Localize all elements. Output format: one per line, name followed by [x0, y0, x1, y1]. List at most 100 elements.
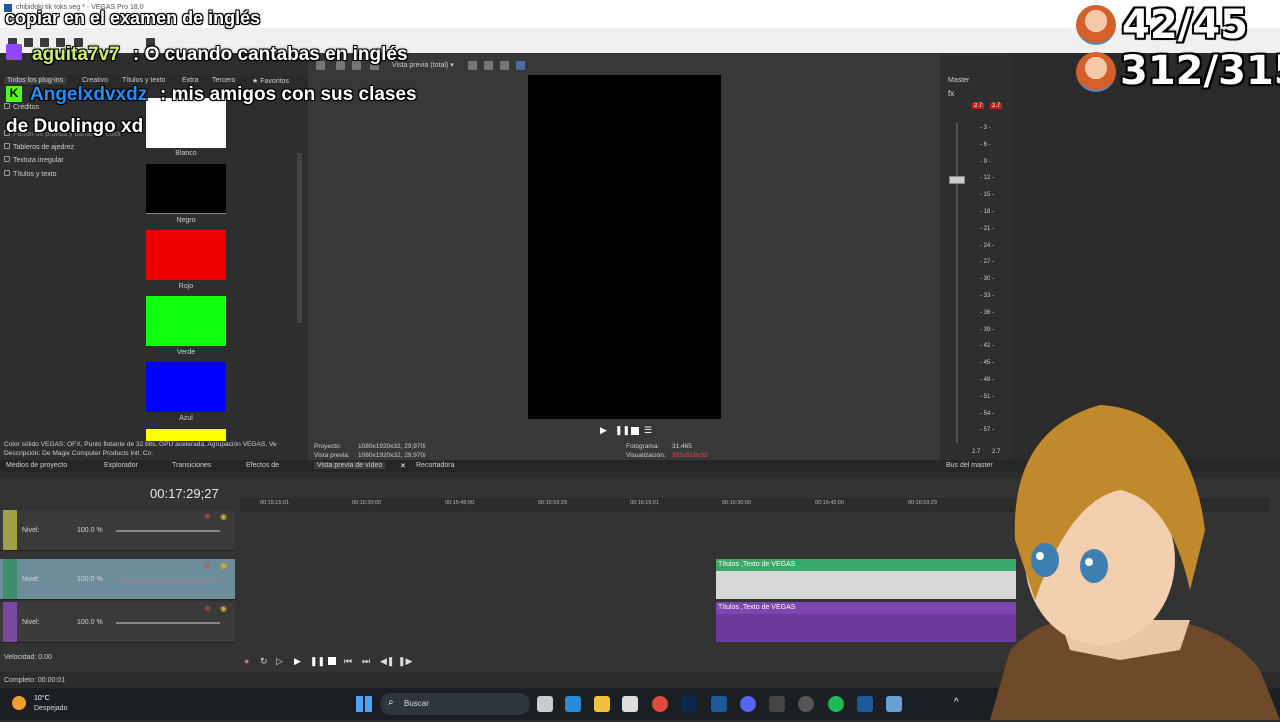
track-level-label: Nivel: [22, 527, 40, 534]
stop-icon[interactable] [631, 427, 639, 435]
vegas-taskbar-icon[interactable] [711, 696, 727, 712]
track-header-2[interactable]: Nivel: 100.0 % ⊗ ◉ [0, 559, 235, 600]
status-text: Completo: 00:00:01 [4, 677, 66, 684]
track-level-value: 100.0 % [77, 576, 103, 583]
mute-icon[interactable]: ⊗ [204, 604, 211, 613]
tab-explorer[interactable]: Explorador [104, 462, 138, 469]
preset-label-white: Blanco [175, 150, 197, 157]
record-icon[interactable]: ● [244, 656, 249, 666]
mute-icon[interactable]: ⊗ [204, 512, 211, 521]
close-icon[interactable]: ✕ [400, 462, 406, 470]
weather-icon[interactable] [12, 696, 26, 710]
photoshop-icon[interactable] [681, 696, 697, 712]
copy-snapshot-icon[interactable] [484, 61, 493, 70]
peak-left[interactable]: 2.7 [972, 103, 985, 109]
db-tick-label: - 51 - [980, 393, 995, 400]
tree-item-checkerboard[interactable]: Tableros de ajedrez [4, 143, 74, 151]
app-icon[interactable] [769, 696, 785, 712]
tab-creative[interactable]: Creativo [82, 77, 108, 84]
menu-icon[interactable]: ☰ [644, 425, 652, 436]
timeline-clip[interactable]: Títulos ,Texto de VEGAS [716, 602, 1016, 642]
tree-item-label: Tableros de ajedrez [13, 144, 75, 151]
tab-transitions[interactable]: Transiciones [172, 462, 211, 469]
task-view-icon[interactable] [537, 696, 553, 712]
play-icon[interactable]: ▶ [600, 425, 607, 436]
ruler-label: 00:16:45;00 [815, 500, 845, 506]
solo-icon[interactable]: ◉ [220, 561, 227, 570]
db-tick-label: - 21 - [980, 225, 995, 232]
tab-titles-text[interactable]: Títulos y texto [122, 77, 166, 84]
notepad-icon[interactable] [886, 696, 902, 712]
video-preview-frame [528, 75, 721, 419]
tab-all-plugins[interactable]: Todos los plug-ins [4, 77, 67, 84]
timeline-clip[interactable]: Títulos ,Texto de VEGAS [716, 559, 1016, 599]
tab-third-party[interactable]: Tercero [212, 77, 235, 84]
vegas-taskbar-icon[interactable] [857, 696, 873, 712]
track-header-3[interactable]: Nivel: 100.0 % ⊗ ◉ [0, 602, 235, 643]
next-frame-icon[interactable]: ❚▶ [398, 656, 412, 667]
track-level-slider[interactable] [116, 579, 220, 581]
preset-swatch-red[interactable] [146, 230, 226, 280]
spotify-icon[interactable] [828, 696, 844, 712]
chat-username: Angelxdvxdz [30, 84, 148, 105]
go-to-end-icon[interactable]: ⏭ [362, 656, 370, 667]
overlays-icon[interactable] [468, 61, 477, 70]
chevron-up-icon[interactable]: ^ [954, 697, 959, 708]
loop-icon[interactable]: ↻ [260, 656, 268, 667]
ruler-label: 00:16:15;01 [630, 500, 660, 506]
peak-right[interactable]: 2.7 [990, 103, 1003, 109]
discord-icon[interactable] [740, 696, 756, 712]
save-snapshot-icon[interactable] [500, 61, 509, 70]
tree-item-noise-texture[interactable]: Textura irregular [4, 156, 64, 164]
counter-1: 42/45 [1122, 2, 1248, 48]
speed-label: Velocidad: 0.00 [4, 654, 52, 661]
plugin-description-line1: Color sólido VEGAS: OFX, Punto flotante … [4, 441, 277, 448]
go-to-start-icon[interactable]: ⏮ [344, 656, 352, 667]
tree-item-titles-text[interactable]: Títulos y texto [4, 170, 57, 178]
master-fader-handle[interactable] [949, 176, 965, 184]
project-label: Proyecto: [314, 443, 342, 450]
preset-swatch-black[interactable] [146, 164, 226, 214]
db-tick-label: - 18 - [980, 209, 995, 215]
preset-swatch-blue[interactable] [146, 362, 226, 412]
solo-icon[interactable]: ◉ [220, 604, 227, 613]
chrome-icon[interactable] [652, 696, 668, 712]
db-tick-label: - 6 - [980, 141, 991, 148]
file-explorer-icon[interactable] [594, 696, 610, 712]
play-from-start-icon[interactable]: ▷ [276, 656, 283, 667]
track-level-value: 100.0 % [77, 619, 103, 626]
db-tick-label: - 15 - [980, 192, 995, 199]
edge-icon[interactable] [565, 696, 581, 712]
plugin-scrollbar[interactable] [297, 153, 302, 323]
play-icon[interactable]: ▶ [294, 656, 301, 667]
pause-icon[interactable]: ❚❚ [615, 425, 630, 436]
search-icon: ⌕ [388, 697, 394, 708]
tab-project-media[interactable]: Medios de proyecto [6, 462, 67, 469]
preset-label-red: Rojo [178, 283, 194, 290]
taskbar-search[interactable]: ⌕ Buscar [380, 693, 530, 715]
track-level-label: Nivel: [22, 576, 40, 583]
master-fx-icon[interactable]: fx [948, 89, 954, 98]
track-header-1[interactable]: Nivel: 100.0 % ⊗ ◉ [0, 510, 235, 551]
stop-icon[interactable] [328, 657, 336, 665]
preset-swatch-green[interactable] [146, 296, 226, 346]
app-icon[interactable] [798, 696, 814, 712]
pause-icon[interactable]: ❚❚ [310, 656, 325, 667]
track-level-slider[interactable] [116, 530, 220, 532]
prev-frame-icon[interactable]: ◀❚ [380, 656, 394, 667]
tab-extra[interactable]: Extra [182, 77, 198, 84]
track-level-slider[interactable] [116, 622, 220, 624]
db-tick-label: - 33 - [980, 293, 995, 299]
tree-item-label: Textura irregular [13, 157, 64, 164]
tab-master-bus[interactable]: Bus del master [946, 462, 993, 469]
chat-message: : mis amigos con sus clases [160, 84, 417, 105]
display-label: Visualización: [626, 452, 666, 459]
solo-icon[interactable]: ◉ [220, 512, 227, 521]
save-snapshot-file-icon[interactable] [516, 61, 525, 70]
store-icon[interactable] [622, 696, 638, 712]
windows-start-icon[interactable] [356, 696, 372, 712]
mute-icon[interactable]: ⊗ [204, 561, 211, 570]
tab-video-preview[interactable]: Vista previa de vídeo [314, 462, 386, 469]
tab-trimmer[interactable]: Recortadora [416, 462, 455, 469]
tab-effects[interactable]: Efectos de [246, 462, 279, 469]
